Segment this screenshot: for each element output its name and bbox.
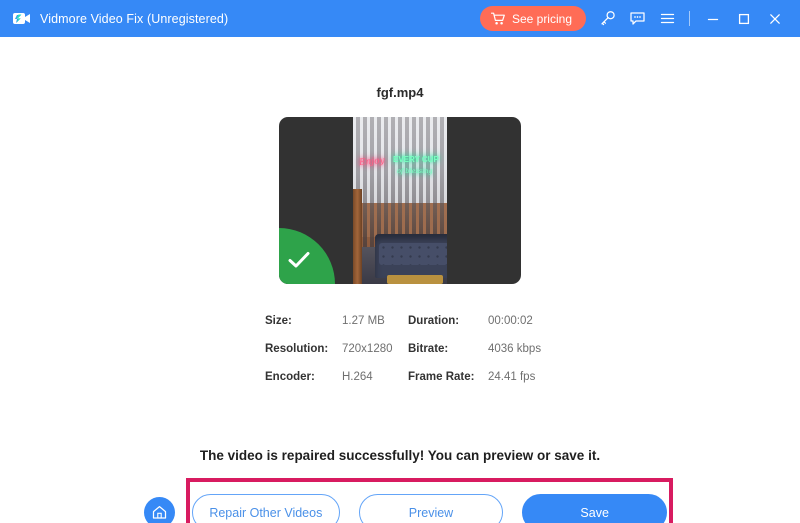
home-button[interactable]	[144, 497, 175, 523]
encoder-value: H.264	[342, 371, 408, 383]
metadata-row-resolution: Resolution: 720x1280 Bitrate: 4036 kbps	[265, 335, 555, 363]
home-icon	[151, 504, 168, 521]
metadata-row-encoder: Encoder: H.264 Frame Rate: 24.41 fps	[265, 363, 555, 391]
check-icon	[288, 251, 310, 274]
repair-other-videos-button[interactable]: Repair Other Videos	[192, 494, 340, 523]
video-thumbnail[interactable]: Enjoy EVERY CUP of blessing	[279, 117, 521, 284]
title-bar: Vidmore Video Fix (Unregistered) See pri…	[0, 0, 800, 37]
neon-sign-green-line1: EVERY CUP	[393, 155, 439, 164]
duration-value: 00:00:02	[488, 315, 533, 327]
video-metadata: Size: 1.27 MB Duration: 00:00:02 Resolut…	[265, 307, 555, 391]
thumbnail-frame: Enjoy EVERY CUP of blessing	[353, 117, 447, 284]
titlebar-divider	[689, 11, 690, 26]
shopping-cart-icon	[491, 12, 506, 26]
metadata-row-size: Size: 1.27 MB Duration: 00:00:02	[265, 307, 555, 335]
thumbnail-table	[387, 275, 443, 284]
size-value: 1.27 MB	[342, 315, 408, 327]
key-icon[interactable]	[592, 5, 622, 33]
save-button[interactable]: Save	[522, 494, 667, 523]
frame-rate-value: 24.41 fps	[488, 371, 535, 383]
action-button-row: Repair Other Videos Preview Save	[192, 494, 667, 523]
bitrate-label: Bitrate:	[408, 343, 488, 355]
see-pricing-label: See pricing	[512, 12, 572, 26]
duration-label: Duration:	[408, 315, 488, 327]
maximize-icon[interactable]	[728, 5, 759, 33]
feedback-icon[interactable]	[622, 5, 652, 33]
encoder-label: Encoder:	[265, 371, 342, 383]
size-label: Size:	[265, 315, 342, 327]
video-camera-icon	[12, 9, 31, 28]
thumbnail-post	[353, 189, 362, 284]
resolution-label: Resolution:	[265, 343, 342, 355]
resolution-value: 720x1280	[342, 343, 408, 355]
bitrate-value: 4036 kbps	[488, 343, 541, 355]
frame-rate-label: Frame Rate:	[408, 371, 488, 383]
success-message: The video is repaired successfully! You …	[0, 448, 800, 463]
see-pricing-button[interactable]: See pricing	[480, 6, 586, 31]
close-icon[interactable]	[759, 5, 790, 33]
main-content: fgf.mp4 Enjoy EVERY CUP of blessing Size…	[0, 37, 800, 523]
status-badge	[279, 228, 335, 284]
preview-button[interactable]: Preview	[359, 494, 504, 523]
neon-sign-green-line2: of blessing	[397, 167, 433, 175]
file-name-label: fgf.mp4	[0, 85, 800, 100]
app-title: Vidmore Video Fix (Unregistered)	[40, 12, 228, 26]
thumbnail-couch	[375, 234, 447, 278]
minimize-icon[interactable]	[697, 5, 728, 33]
hamburger-menu-icon[interactable]	[652, 5, 682, 33]
